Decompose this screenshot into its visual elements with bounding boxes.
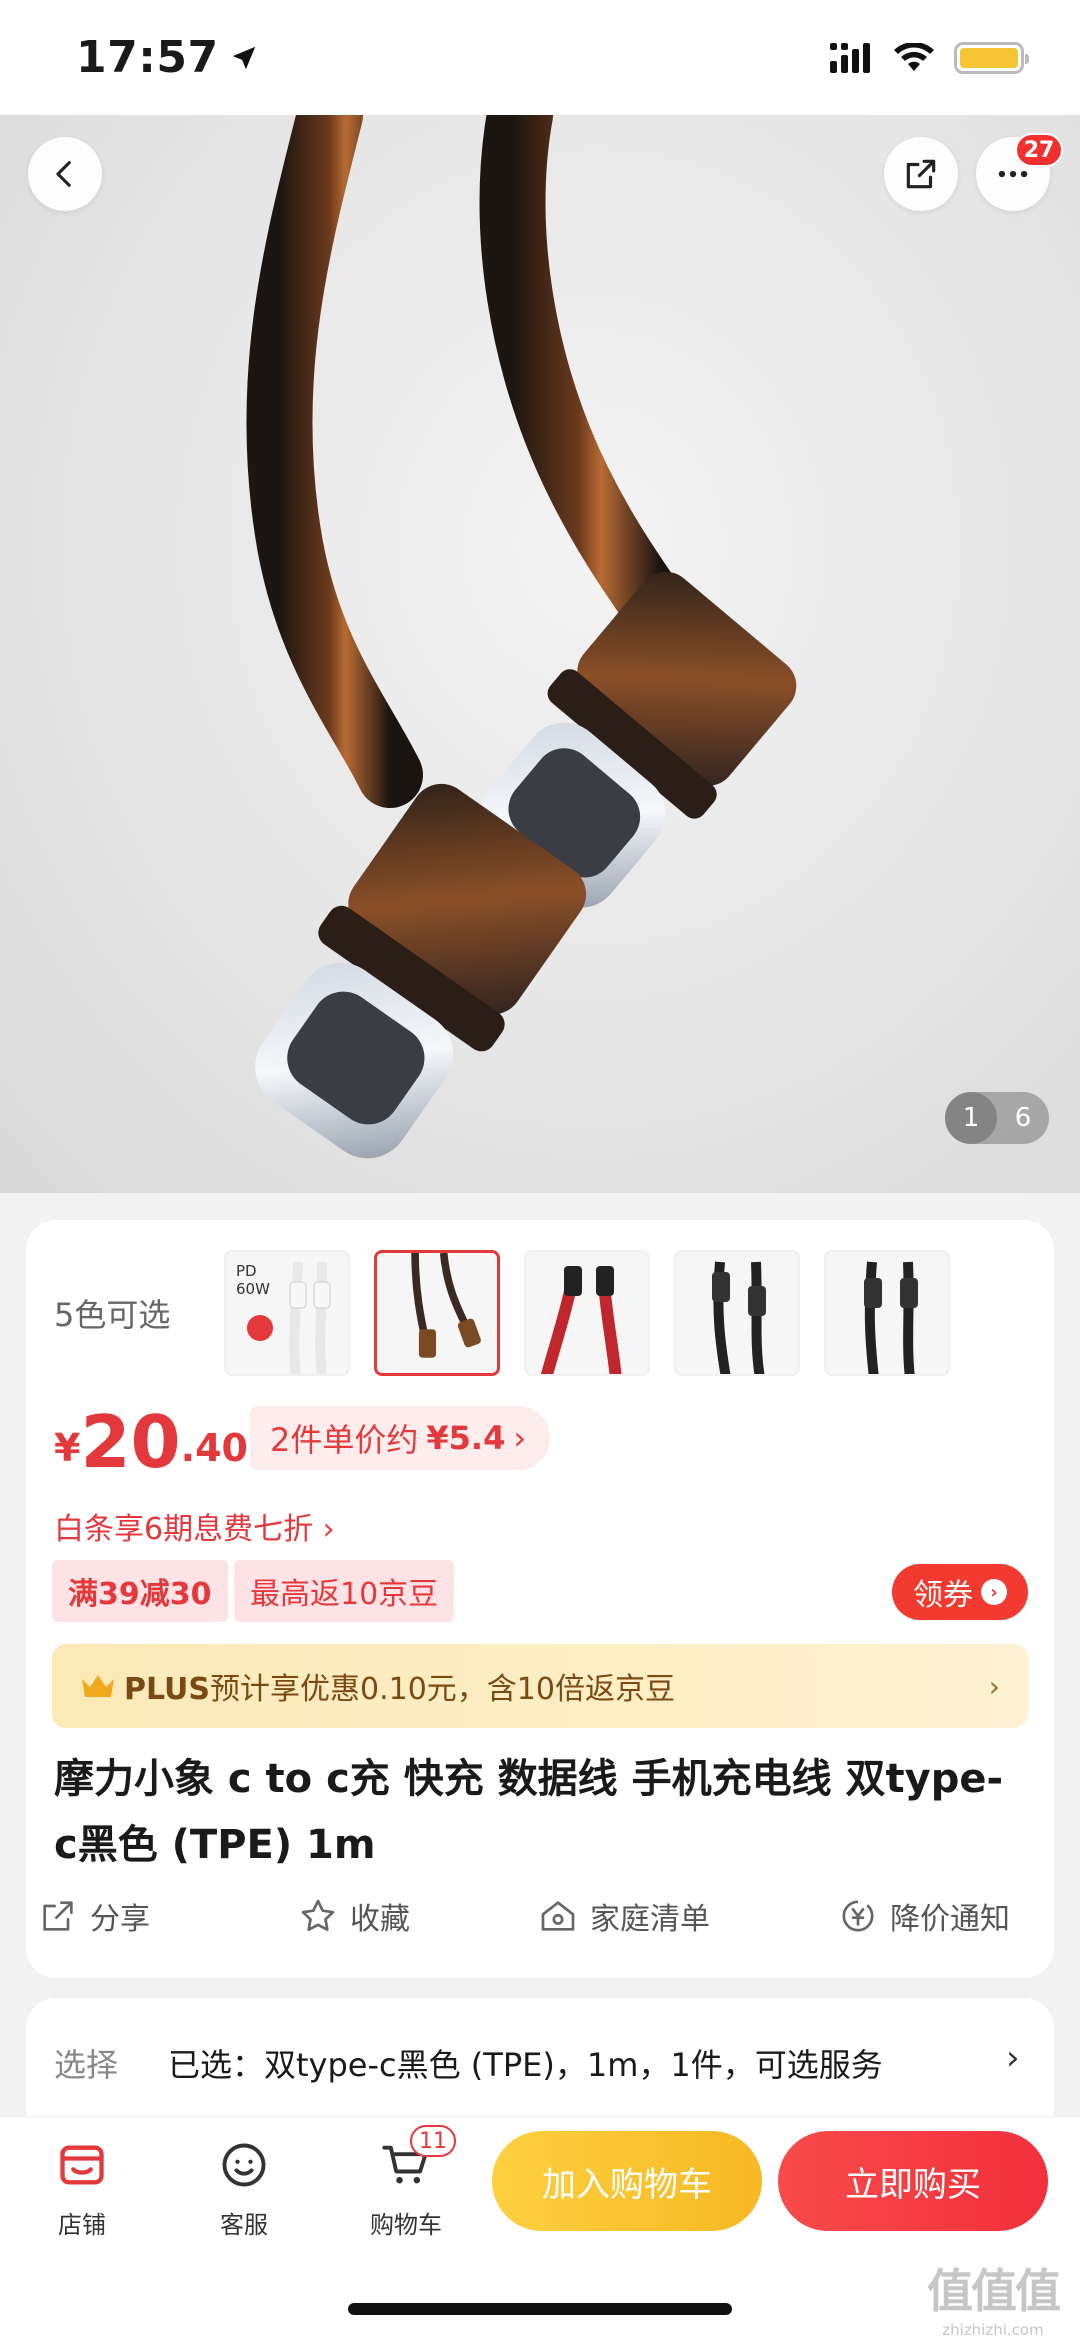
back-button[interactable] [28, 137, 102, 211]
thumb-tag-bottom: 60W [236, 1280, 270, 1298]
bottom-action-bar: 店铺 客服 11 购物车 加入购物车 立即购买 值值值 zhizhizhi.co… [0, 2116, 1080, 2337]
plus-label: PLUS [124, 1672, 211, 1707]
signal-icon [830, 42, 870, 73]
chevron-right-icon: › [981, 1579, 1007, 1605]
family-list-label: 家庭清单 [590, 1902, 710, 1937]
chevron-right-icon: › [988, 1669, 1000, 1703]
share-icon [43, 1901, 73, 1931]
status-time: 17:57 [76, 32, 219, 83]
image-index: 1 [945, 1092, 997, 1144]
star-icon [301, 1899, 335, 1931]
baitiao-installment-link[interactable]: 白条享6期息费七折 › [54, 1504, 335, 1548]
share-button[interactable] [884, 137, 958, 211]
crown-icon [82, 1675, 114, 1697]
watermark-logo: 值值值 [927, 2264, 1061, 2318]
black-braided-thumb [864, 1261, 918, 1374]
product-title: 摩力小象 c to c充 快充 数据线 手机充电线 双type-c黑色 (TPE… [54, 1756, 1004, 1868]
selected-spec-value: 已选：双type-c黑色 (TPE)，1m，1件，可选服务 [168, 2046, 883, 2084]
image-total: 6 [1014, 1103, 1032, 1133]
product-hero-image[interactable]: 27 1 6 [0, 115, 1080, 1193]
family-list-action[interactable]: 家庭清单 [538, 1882, 710, 1950]
site-watermark: 值值值 zhizhizhi.com [918, 2255, 1068, 2337]
unit-price-amount: ¥5.4 [426, 1419, 506, 1457]
favorite-label: 收藏 [350, 1902, 410, 1937]
price-alert-label: 降价通知 [890, 1902, 1010, 1937]
coupon-tag-discount[interactable]: 满39减30 [52, 1560, 228, 1622]
battery-icon [954, 41, 1029, 74]
color-thumb-white[interactable]: PD 60W [224, 1250, 350, 1376]
favorite-action[interactable]: 收藏 [298, 1882, 410, 1950]
black-braided-thumb [712, 1261, 766, 1374]
message-count-badge: 27 [1015, 133, 1063, 167]
status-indicators [830, 41, 1029, 74]
thumb-tag-top: PD [236, 1262, 257, 1280]
tab-customer-service[interactable]: 客服 [184, 2135, 304, 2240]
get-coupon-label: 领券 [913, 1578, 973, 1613]
unit-price-prefix: 2件单价约 [270, 1421, 419, 1459]
home-indicator [348, 2303, 732, 2315]
color-thumb-black-braided-2[interactable] [824, 1250, 950, 1376]
price-integer: 20 [80, 1400, 181, 1484]
product-actions-row: 分享 收藏 家庭清单 降价通知 [26, 1882, 1054, 1950]
unit-price-arrow: › [513, 1419, 527, 1457]
black-cable-thumb [411, 1253, 481, 1358]
cart-label: 购物车 [370, 2211, 442, 2239]
plus-detail: 预计享优惠0.10元，含10倍返京豆 [210, 1672, 675, 1707]
color-thumb-black-braided-1[interactable] [674, 1250, 800, 1376]
image-pager-indicator: 1 6 [945, 1092, 1049, 1144]
chevron-right-icon: › [1006, 2038, 1020, 2078]
customer-service-icon [214, 2135, 274, 2195]
add-to-cart-button[interactable]: 加入购物车 [492, 2131, 762, 2231]
get-coupon-button[interactable]: 领券 › [892, 1564, 1028, 1620]
cart-count-badge: 11 [410, 2125, 456, 2157]
price-alert-icon [842, 1900, 874, 1932]
share-icon [906, 159, 936, 189]
location-arrow-icon [232, 46, 255, 69]
color-thumb-black-tpe[interactable] [374, 1250, 500, 1376]
color-options-row: 5色可选 PD 60W [26, 1250, 1054, 1376]
share-label: 分享 [90, 1902, 150, 1937]
product-photo-cables [246, 115, 797, 1159]
status-time-group: 17:57 [76, 32, 259, 83]
store-label: 店铺 [58, 2211, 106, 2239]
select-label: 选择 [54, 2046, 119, 2084]
chevron-left-icon [56, 161, 71, 187]
unit-price-tag[interactable]: 2件单价约 ¥5.4 › [250, 1406, 551, 1470]
tab-store[interactable]: 店铺 [22, 2135, 142, 2240]
plus-banner-text: PLUS预计享优惠0.10元，含10倍返京豆 [124, 1664, 989, 1708]
red-cable-thumb [540, 1266, 622, 1374]
plus-member-banner[interactable]: PLUS预计享优惠0.10元，含10倍返京豆 › [52, 1644, 1028, 1728]
wifi-icon [894, 42, 934, 71]
watermark-url: zhizhizhi.com [942, 2321, 1044, 2337]
share-action[interactable]: 分享 [38, 1882, 150, 1950]
price-alert-action[interactable]: 降价通知 [838, 1882, 1010, 1950]
color-count-label: 5色可选 [54, 1296, 171, 1334]
tab-cart[interactable]: 11 购物车 [346, 2125, 466, 2240]
status-bar: 17:57 [0, 0, 1080, 115]
customer-service-label: 客服 [220, 2211, 268, 2239]
buy-now-button[interactable]: 立即购买 [778, 2131, 1048, 2231]
store-icon [52, 2135, 112, 2195]
product-info-card: 5色可选 PD 60W ¥ 20 .40 2件单价约 ¥5.4 › 白条享6期息… [26, 1220, 1054, 1978]
coupon-tag-jingdou[interactable]: 最高返10京豆 [234, 1560, 455, 1622]
price-decimal: .40 [180, 1426, 248, 1470]
white-cable-thumb: PD 60W [236, 1261, 331, 1374]
color-thumb-red-braided[interactable] [524, 1250, 650, 1376]
home-icon [541, 1901, 575, 1931]
price-symbol: ¥ [54, 1426, 81, 1470]
price: ¥ 20 .40 [54, 1398, 248, 1478]
